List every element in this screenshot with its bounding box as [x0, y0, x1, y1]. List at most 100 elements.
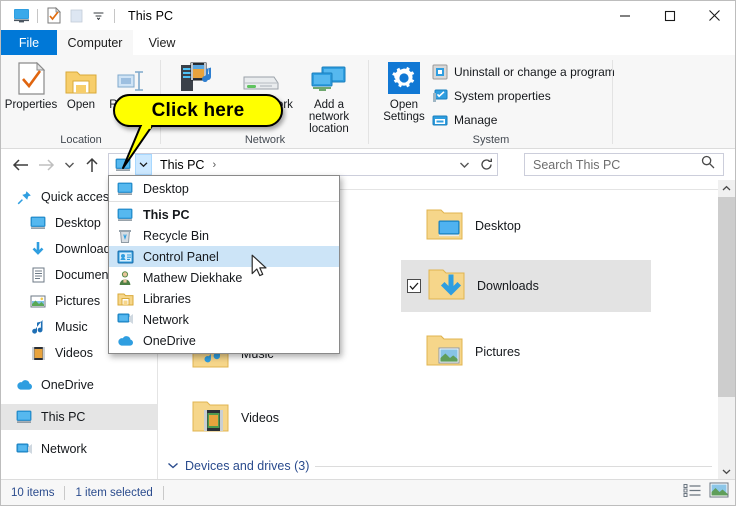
- dropdown-item-control-panel[interactable]: Control Panel: [109, 246, 339, 267]
- properties-icon: [17, 59, 45, 95]
- dropdown-item-label: This PC: [143, 207, 190, 222]
- title-divider: [114, 8, 115, 23]
- ribbon-group-divider: [612, 60, 613, 144]
- address-history-button[interactable]: [453, 161, 475, 169]
- ribbon-group-label-system: System: [472, 134, 510, 146]
- maximize-button[interactable]: [647, 1, 692, 30]
- file-tile-desktop[interactable]: Desktop: [401, 200, 651, 252]
- dropdown-item-desktop[interactable]: Desktop: [109, 178, 339, 199]
- status-divider: [64, 485, 66, 500]
- file-tile-label: Videos: [241, 411, 279, 425]
- scrollbar-thumb[interactable]: [718, 197, 735, 397]
- tab-file[interactable]: File: [1, 30, 57, 55]
- folder-icon[interactable]: [65, 5, 87, 27]
- pin-icon: [13, 190, 35, 205]
- close-button[interactable]: [692, 1, 735, 30]
- qat-divider: [37, 8, 38, 23]
- title-bar: This PC: [1, 1, 735, 30]
- group-header-devices-and-drives[interactable]: Devices and drives (3): [167, 459, 712, 473]
- address-path-segment[interactable]: This PC: [160, 158, 204, 172]
- sidebar-label: This PC: [41, 410, 86, 424]
- properties-icon[interactable]: [43, 5, 65, 27]
- callout-bubble: Click here: [113, 94, 283, 127]
- dropdown-item-user-folder[interactable]: Mathew Diekhake: [109, 267, 339, 288]
- dropdown-item-libraries[interactable]: Libraries: [109, 288, 339, 309]
- forward-button[interactable]: [33, 149, 59, 180]
- file-tile-label: Downloads: [477, 279, 539, 293]
- media-server-icon: [178, 59, 214, 95]
- network-icon: [113, 312, 137, 327]
- add-network-location-icon: [309, 59, 349, 95]
- tab-computer[interactable]: Computer: [57, 30, 133, 55]
- properties-button[interactable]: Properties: [3, 59, 59, 111]
- up-button[interactable]: [79, 149, 105, 180]
- sidebar-label: Network: [41, 442, 87, 456]
- thumbnails-view-icon[interactable]: [709, 482, 729, 503]
- desktop-icon: [113, 182, 137, 196]
- user-icon: [113, 270, 137, 286]
- dropdown-separator: [109, 201, 339, 202]
- uninstall-program-button[interactable]: Uninstall or change a program: [431, 63, 615, 80]
- sidebar-label: Pictures: [55, 294, 101, 308]
- address-bar-dropdown-menu[interactable]: Desktop This PC Recycle Bin Control Pane…: [108, 175, 340, 354]
- dropdown-item-recycle-bin[interactable]: Recycle Bin: [109, 225, 339, 246]
- chevron-down-icon[interactable]: [167, 459, 179, 473]
- details-view-icon[interactable]: [683, 483, 702, 503]
- videos-folder-icon: [189, 396, 233, 441]
- minimize-button[interactable]: [602, 1, 647, 30]
- search-input[interactable]: Search This PC: [533, 158, 620, 172]
- ribbon-group-system: Open Settings Uninstall or change a prog…: [369, 55, 615, 149]
- scroll-up-button[interactable]: [718, 180, 735, 197]
- tab-view[interactable]: View: [133, 30, 191, 55]
- monitor-icon[interactable]: [10, 5, 32, 27]
- file-tile-pictures[interactable]: Pictures: [401, 326, 651, 378]
- uninstall-icon: [431, 63, 448, 80]
- back-button[interactable]: [7, 149, 33, 180]
- group-header-rule: [315, 465, 712, 467]
- onedrive-icon: [13, 379, 35, 391]
- vertical-scrollbar[interactable]: [718, 180, 735, 480]
- system-properties-button[interactable]: System properties: [431, 87, 551, 104]
- refresh-button[interactable]: [475, 158, 497, 171]
- file-tile-checkbox[interactable]: [407, 279, 421, 293]
- file-tile-label: Desktop: [475, 219, 521, 233]
- this-pc-icon: [13, 410, 35, 424]
- system-properties-icon: [431, 87, 448, 104]
- recycle-bin-icon: [113, 228, 137, 244]
- sidebar-item-network[interactable]: Network: [1, 436, 157, 462]
- open-settings-button[interactable]: Open Settings: [377, 59, 431, 123]
- documents-icon: [27, 267, 49, 283]
- file-tile-videos[interactable]: Videos: [167, 392, 337, 444]
- status-selection: 1 item selected: [75, 486, 153, 499]
- search-box[interactable]: Search This PC: [524, 153, 724, 176]
- recent-locations-button[interactable]: [59, 149, 79, 180]
- refresh-icon: [480, 158, 492, 170]
- dropdown-item-this-pc[interactable]: This PC: [109, 204, 339, 225]
- file-tile-downloads[interactable]: Downloads: [401, 260, 651, 312]
- add-network-location-button[interactable]: Add a network location: [293, 59, 365, 135]
- manage-button[interactable]: Manage: [431, 111, 497, 128]
- dropdown-item-label: Network: [143, 312, 189, 327]
- libraries-icon: [113, 292, 137, 306]
- network-drive-icon: [240, 59, 280, 95]
- chevron-down-icon[interactable]: [87, 5, 109, 27]
- sidebar-item-this-pc[interactable]: This PC: [1, 404, 157, 430]
- address-bar-actions: [453, 158, 497, 171]
- window-title: This PC: [128, 8, 174, 23]
- address-bar[interactable]: This PC ›: [108, 153, 498, 176]
- this-pc-icon: [113, 208, 137, 222]
- open-button[interactable]: Open: [59, 59, 103, 111]
- open-folder-icon: [65, 59, 97, 95]
- address-path-separator[interactable]: ›: [212, 159, 216, 171]
- dropdown-item-label: Recycle Bin: [143, 228, 209, 243]
- dropdown-item-label: OneDrive: [143, 333, 196, 348]
- search-icon[interactable]: [701, 155, 715, 174]
- open-settings-label: Open Settings: [383, 99, 425, 123]
- videos-icon: [27, 346, 49, 361]
- sidebar-item-onedrive[interactable]: OneDrive: [1, 372, 157, 398]
- click-here-callout: Click here: [113, 94, 283, 169]
- dropdown-item-onedrive[interactable]: OneDrive: [109, 330, 339, 351]
- dropdown-item-network[interactable]: Network: [109, 309, 339, 330]
- network-icon: [13, 442, 35, 457]
- scroll-down-button[interactable]: [718, 463, 735, 480]
